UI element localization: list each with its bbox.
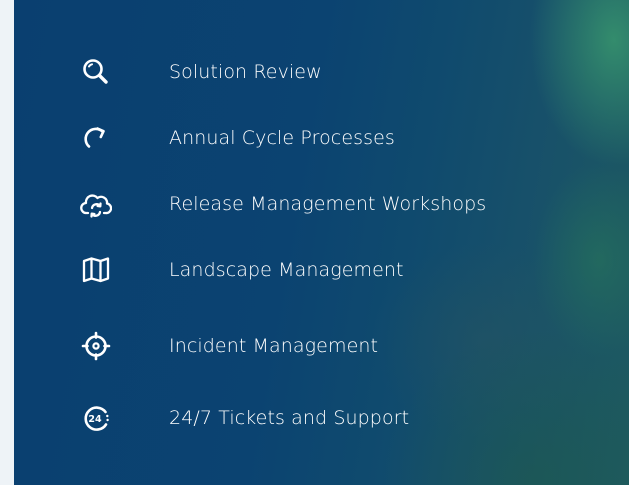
list-item-label: 24/7 Tickets and Support — [169, 407, 410, 429]
svg-text:24: 24 — [88, 414, 102, 425]
list-item-label: Solution Review — [169, 61, 322, 83]
list-item-solution-review: Solution Review — [14, 50, 629, 94]
list-item-release-management-workshops: Release Management Workshops — [14, 182, 629, 226]
cloud-sync-icon — [80, 188, 112, 220]
search-icon — [80, 56, 112, 88]
list-item-tickets-and-support: 24 24/7 Tickets and Support — [14, 396, 629, 440]
list-item-label: Annual Cycle Processes — [169, 127, 395, 149]
map-icon — [80, 254, 112, 286]
services-panel: Solution Review Annual Cycle Processes R… — [14, 0, 629, 485]
list-item-label: Release Management Workshops — [169, 193, 487, 215]
services-list: Solution Review Annual Cycle Processes R… — [14, 0, 629, 485]
list-item-label: Incident Management — [169, 335, 379, 357]
24-hours-support-icon: 24 — [80, 402, 112, 434]
list-item-incident-management: Incident Management — [14, 324, 629, 368]
list-item-landscape-management: Landscape Management — [14, 248, 629, 292]
list-item-annual-cycle-processes: Annual Cycle Processes — [14, 116, 629, 160]
list-item-label: Landscape Management — [169, 259, 404, 281]
refresh-arrow-icon — [80, 122, 112, 154]
target-crosshair-icon — [80, 330, 112, 362]
